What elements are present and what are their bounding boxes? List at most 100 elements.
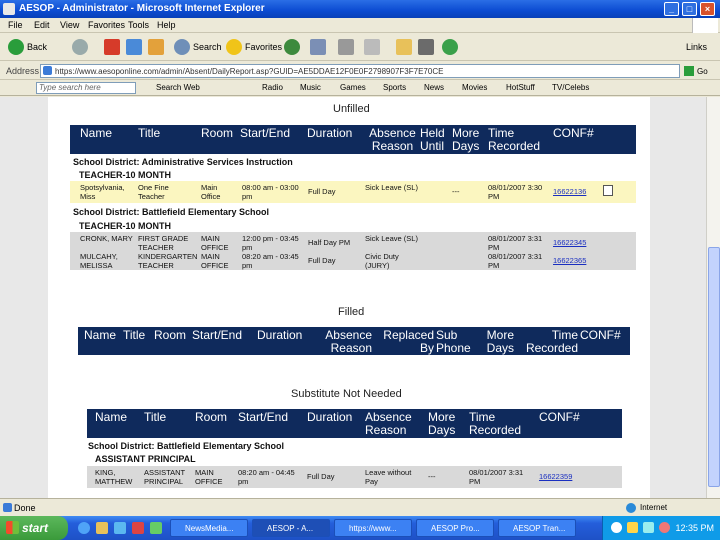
task-aesop-admin[interactable]: AESOP - A... [252,519,330,537]
link-news[interactable]: News [424,83,444,92]
media-quicklaunch-icon[interactable] [150,522,162,534]
tray-icon-2[interactable] [627,522,638,533]
history-icon [284,39,300,55]
title-bar: AESOP - Administrator - Microsoft Intern… [0,0,720,18]
folder-icon [396,39,412,55]
app-quicklaunch-icon[interactable] [132,522,144,534]
home-button[interactable] [148,37,167,57]
conf-link[interactable]: 16622136 [553,187,586,196]
desktop-quicklaunch-icon[interactable] [114,522,126,534]
menu-file[interactable]: File [8,20,23,30]
district-heading: School District: Battlefield Elementary … [73,207,270,217]
menu-favorites[interactable]: Favorites [88,20,125,30]
task-aesop-pro[interactable]: AESOP Pro... [416,519,494,537]
table-cell: MAIN OFFICE [201,234,229,252]
minimize-button[interactable]: _ [664,2,679,16]
link-radio[interactable]: Radio [262,83,283,92]
col-start-end: Start/End [240,126,291,140]
link-movies[interactable]: Movies [462,83,487,92]
go-button[interactable]: Go [684,64,718,78]
col-absence-reason: Absence Reason [369,126,416,153]
task-https[interactable]: https://www... [334,519,412,537]
filled-header: Name Title Room Start/End Duration Absen… [78,327,630,355]
table-cell: KINDERGARTEN TEACHER [138,252,198,270]
vertical-scrollbar[interactable] [706,97,720,498]
unfilled-title: Unfilled [333,103,370,115]
mail-button[interactable] [310,37,329,57]
menu-tools[interactable]: Tools [128,20,149,30]
web-search-input[interactable]: Type search here [36,82,136,94]
conf-link[interactable]: 16622345 [553,238,586,247]
table-cell: MULCAHY, MELISSA [80,252,118,270]
conf-link[interactable]: 16622365 [553,256,586,265]
scrollbar-thumb[interactable] [708,247,720,487]
col-absence-reason: Absence Reason [365,410,412,437]
link-sports[interactable]: Sports [383,83,406,92]
link-hotstuff[interactable]: HotStuff [506,83,535,92]
menu-view[interactable]: View [60,20,79,30]
table-cell: 08:20 am - 03:45 pm [242,252,299,270]
messenger-button[interactable] [442,37,461,57]
unfilled-header: Name Title Room Start/End Duration Absen… [70,125,636,154]
position-heading: TEACHER-10 MONTH [79,170,172,180]
table-cell: Half Day PM [308,238,351,247]
address-input[interactable]: https://www.aesoponline.com/admin/Absent… [40,64,680,78]
refresh-icon [126,39,142,55]
table-cell: FIRST GRADE TEACHER [138,234,189,252]
stop-button[interactable] [104,37,123,57]
tray-icon-1[interactable] [611,522,622,533]
col-start-end: Start/End [192,328,243,342]
back-button[interactable]: Back [8,37,47,57]
col-time-recorded: Time Recorded [488,126,541,153]
refresh-button[interactable] [126,37,145,57]
district-heading: School District: Administrative Services… [73,157,293,167]
print-button[interactable] [338,37,357,57]
print-icon [338,39,354,55]
edit-icon [364,39,380,55]
folder-button[interactable] [396,37,415,57]
messenger-icon [442,39,458,55]
close-button[interactable]: × [700,2,715,16]
task-newsmedia[interactable]: NewsMedia... [170,519,248,537]
discuss-button[interactable] [418,37,437,57]
mail-icon [310,39,326,55]
conf-link[interactable]: 16622359 [539,472,572,481]
favorites-button[interactable]: Favorites [226,37,282,57]
position-heading: TEACHER-10 MONTH [79,221,172,231]
edit-button[interactable] [364,37,383,57]
forward-button[interactable] [72,37,91,57]
position-heading: ASSISTANT PRINCIPAL [95,454,196,464]
col-absence-reason: Absence Reason [325,328,372,355]
link-music[interactable]: Music [300,83,321,92]
link-search-web[interactable]: Search Web [156,83,200,92]
col-conf: CONF# [539,410,580,424]
col-conf: CONF# [580,328,621,342]
address-label: Address [6,66,40,76]
tray-icon-3[interactable] [643,522,654,533]
links-toolbar-label[interactable]: Links [686,37,707,57]
page-done-icon [3,503,12,512]
col-title: Title [138,126,161,140]
search-button[interactable]: Search [174,37,222,57]
ie-quicklaunch-icon[interactable] [78,522,90,534]
maximize-button[interactable]: □ [682,2,697,16]
col-time-recorded: Time Recorded [525,328,578,355]
folder-quicklaunch-icon[interactable] [96,522,108,534]
taskbar: start NewsMedia... AESOP - A... https://… [0,516,720,540]
table-row: Spotsylvania, Miss One Fine Teacher Main… [70,181,636,203]
status-text: Done [14,503,36,513]
link-tv-celebs[interactable]: TV/Celebs [552,83,589,92]
discuss-icon [418,39,434,55]
col-title: Title [123,328,146,342]
menu-help[interactable]: Help [157,20,176,30]
task-aesop-tran[interactable]: AESOP Tran... [498,519,576,537]
link-games[interactable]: Games [340,83,366,92]
history-button[interactable] [284,37,303,57]
edit-absence-icon[interactable] [603,185,613,196]
system-tray: 12:35 PM [602,516,720,540]
links-bar: Type search here Search Web Radio Music … [0,80,720,96]
tray-icon-4[interactable] [659,522,670,533]
start-button[interactable]: start [0,516,68,540]
col-start-end: Start/End [238,410,289,424]
menu-edit[interactable]: Edit [34,20,50,30]
